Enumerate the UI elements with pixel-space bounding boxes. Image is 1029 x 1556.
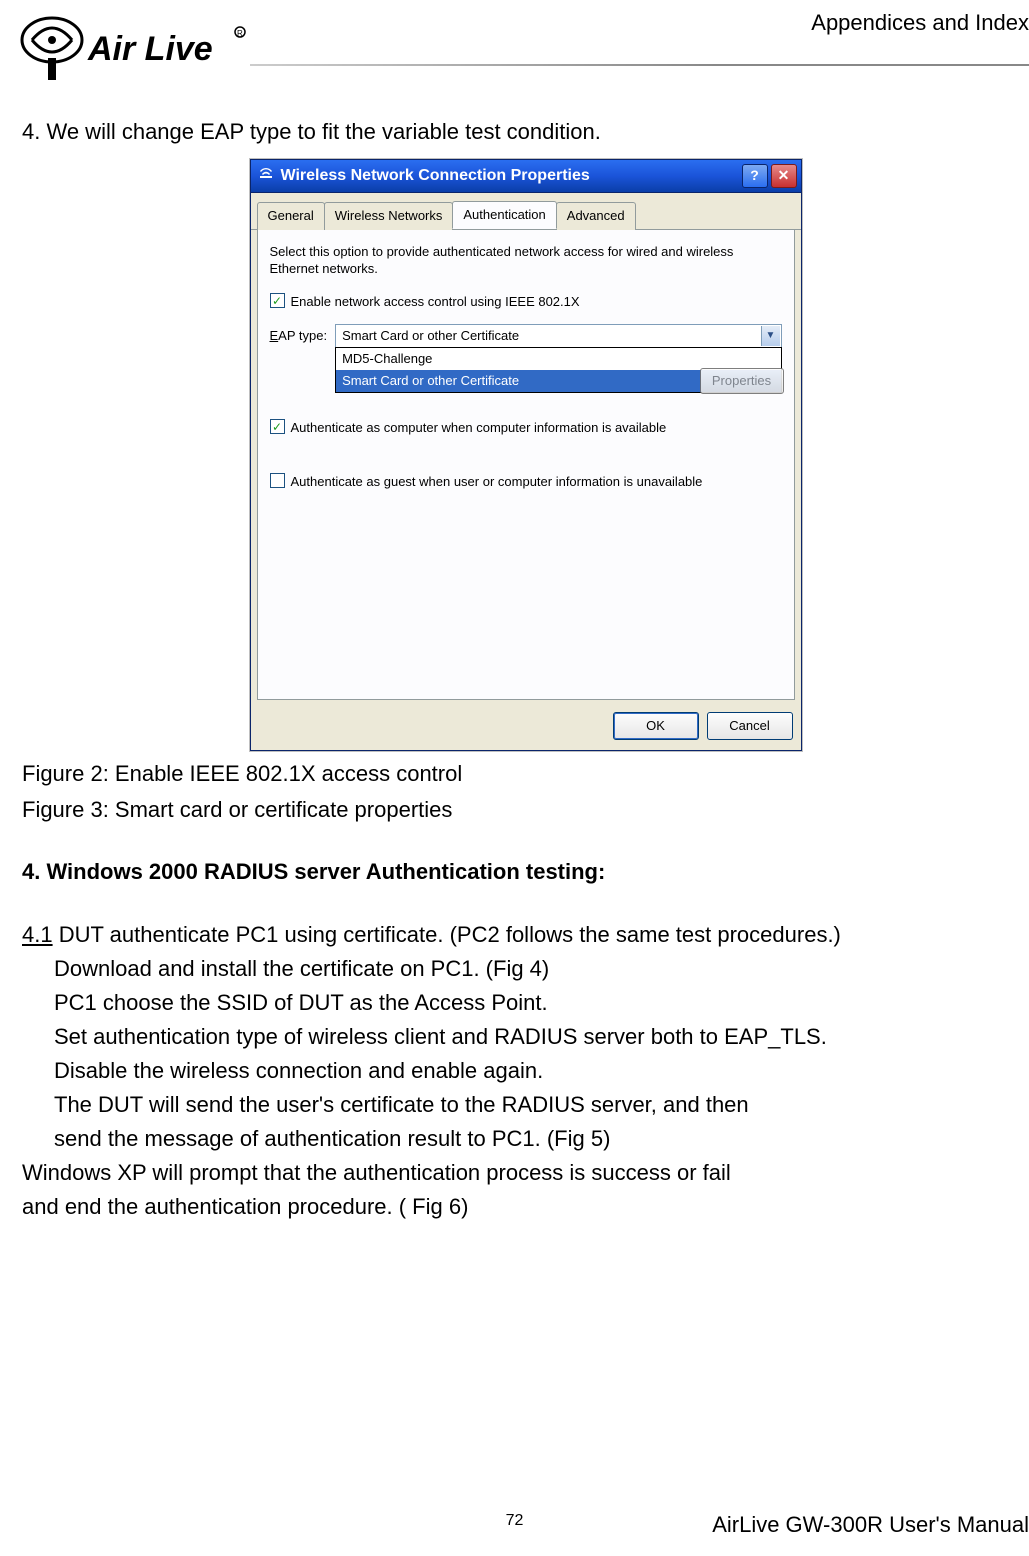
check-auth-guest[interactable]: Authenticate as guest when user or compu… bbox=[270, 472, 782, 492]
section-4-1-head: 4.1 DUT authenticate PC1 using certifica… bbox=[22, 918, 1029, 952]
check-enable-label: Enable network access control using IEEE… bbox=[291, 292, 580, 312]
tab-authentication[interactable]: Authentication bbox=[452, 201, 556, 229]
step-line: The DUT will send the user's certificate… bbox=[54, 1088, 1029, 1122]
tail-line: and end the authentication procedure. ( … bbox=[22, 1190, 1029, 1224]
combo-selected-text: Smart Card or other Certificate bbox=[342, 326, 519, 346]
section-4-title: 4. Windows 2000 RADIUS server Authentica… bbox=[22, 855, 1029, 889]
step-line: Download and install the certificate on … bbox=[54, 952, 1029, 986]
combo-item[interactable]: MD5-Challenge bbox=[336, 348, 780, 370]
pane-description: Select this option to provide authentica… bbox=[270, 244, 782, 278]
check-computer-label: Authenticate as computer when computer i… bbox=[291, 418, 667, 438]
close-button[interactable]: ✕ bbox=[771, 164, 797, 188]
chevron-down-icon[interactable]: ▼ bbox=[761, 326, 780, 346]
eap-type-combo[interactable]: Smart Card or other Certificate ▼ MD5-Ch… bbox=[335, 324, 781, 348]
eap-type-label: EAP type: bbox=[270, 326, 328, 346]
properties-button[interactable]: Properties bbox=[700, 368, 784, 394]
check-auth-computer[interactable]: Authenticate as computer when computer i… bbox=[270, 418, 782, 438]
step-line: Set authentication type of wireless clie… bbox=[54, 1020, 1029, 1054]
tab-wireless-networks[interactable]: Wireless Networks bbox=[324, 202, 454, 230]
step-line: Disable the wireless connection and enab… bbox=[54, 1054, 1029, 1088]
dialog-window: Wireless Network Connection Properties ?… bbox=[250, 159, 802, 751]
cancel-button[interactable]: Cancel bbox=[707, 712, 793, 740]
checkbox-icon[interactable] bbox=[270, 293, 285, 308]
check-guest-label: Authenticate as guest when user or compu… bbox=[291, 472, 703, 492]
checkbox-icon[interactable] bbox=[270, 473, 285, 488]
page-number: 72 bbox=[506, 1512, 524, 1530]
brand-logo: Air Live R bbox=[18, 10, 248, 93]
checkbox-icon[interactable] bbox=[270, 419, 285, 434]
section-4-1-number: 4.1 bbox=[22, 922, 53, 947]
tail-line: Windows XP will prompt that the authenti… bbox=[22, 1156, 1029, 1190]
wireless-icon bbox=[257, 163, 275, 190]
ok-button[interactable]: OK bbox=[613, 712, 699, 740]
header-section: Appendices and Index bbox=[811, 10, 1029, 36]
svg-text:R: R bbox=[237, 29, 243, 38]
dialog-title: Wireless Network Connection Properties bbox=[281, 164, 590, 189]
svg-text:Air Live: Air Live bbox=[87, 30, 213, 68]
figure-2-caption: Figure 2: Enable IEEE 802.1X access cont… bbox=[22, 757, 1029, 791]
manual-name: AirLive GW-300R User's Manual bbox=[712, 1512, 1029, 1538]
tab-general[interactable]: General bbox=[257, 202, 325, 230]
check-enable-8021x[interactable]: Enable network access control using IEEE… bbox=[270, 292, 782, 312]
dialog-tabs: General Wireless Networks Authentication… bbox=[251, 193, 801, 230]
dialog-titlebar[interactable]: Wireless Network Connection Properties ?… bbox=[251, 160, 801, 193]
step-line: send the message of authentication resul… bbox=[54, 1122, 1029, 1156]
figure-3-caption: Figure 3: Smart card or certificate prop… bbox=[22, 793, 1029, 827]
step-line: PC1 choose the SSID of DUT as the Access… bbox=[54, 986, 1029, 1020]
header-rule bbox=[250, 64, 1029, 66]
dialog-pane: Select this option to provide authentica… bbox=[257, 230, 795, 700]
tab-advanced[interactable]: Advanced bbox=[556, 202, 636, 230]
section-4-1-rest: DUT authenticate PC1 using certificate. … bbox=[53, 922, 841, 947]
combo-selected[interactable]: Smart Card or other Certificate ▼ bbox=[335, 324, 781, 348]
help-button[interactable]: ? bbox=[742, 164, 768, 188]
intro-text: 4. We will change EAP type to fit the va… bbox=[22, 115, 1029, 149]
